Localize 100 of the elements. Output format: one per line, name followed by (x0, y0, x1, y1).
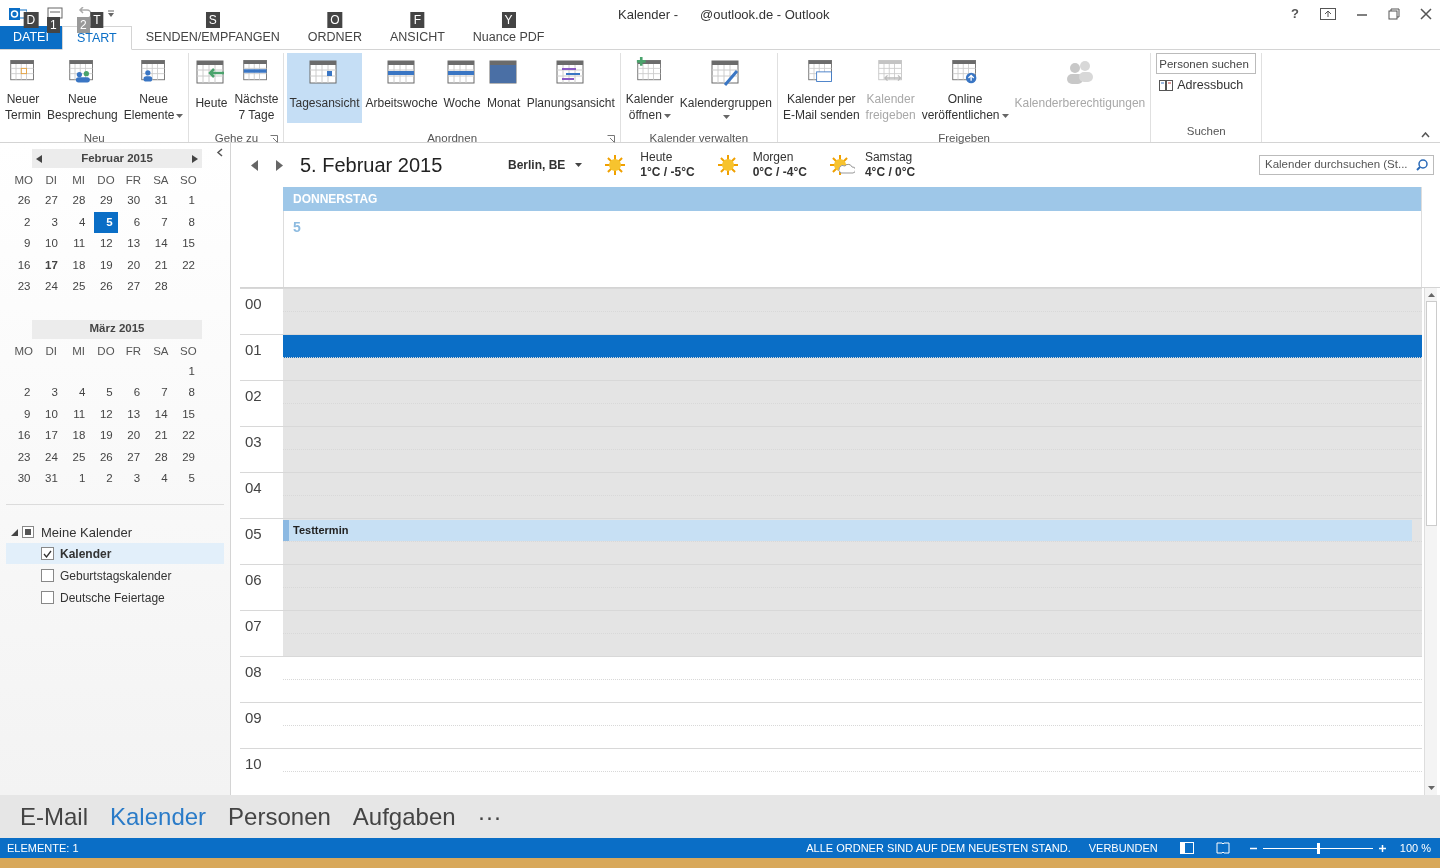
scrollbar[interactable] (1424, 288, 1437, 795)
calendar-day[interactable]: 29 (176, 446, 200, 468)
calendar-day[interactable]: 6 (121, 382, 146, 404)
ribbon-tab[interactable]: ANSICHT (375, 26, 459, 49)
customize-caret-icon[interactable] (107, 9, 115, 18)
ribbon-button[interactable]: Kalender öffnen (623, 53, 676, 123)
group-checkbox[interactable] (22, 526, 34, 539)
calendar-day[interactable]: 26 (12, 190, 36, 212)
send-receive-icon[interactable] (47, 6, 63, 21)
calendar-list-item[interactable]: Kalender (6, 543, 224, 564)
ribbon-button[interactable]: Heute (192, 53, 231, 123)
ribbon-button[interactable]: Planungsansicht (524, 53, 617, 123)
calendar-day[interactable]: 3 (39, 382, 63, 404)
calendar-day[interactable]: 5 (94, 382, 118, 404)
ribbon-button[interactable]: Tagesansicht (287, 53, 362, 123)
zoom-thumb[interactable] (1316, 842, 1320, 854)
ribbon-button[interactable]: Nächste 7 Tage (232, 53, 281, 123)
time-slot[interactable] (283, 334, 1422, 380)
ribbon-button[interactable]: Kalendergruppen (677, 53, 774, 123)
calendar-day[interactable]: 9 (12, 403, 36, 425)
calendar-day[interactable]: 2 (94, 468, 118, 490)
calendar-day[interactable]: 16 (12, 425, 36, 447)
calendar-day[interactable]: 12 (94, 233, 118, 255)
calendar-day[interactable]: 3 (39, 211, 63, 233)
calendar-day[interactable]: 31 (39, 468, 63, 490)
calendar-day[interactable]: 11 (66, 233, 91, 255)
calendar-day[interactable]: 28 (149, 276, 173, 298)
calendar-day[interactable]: 20 (121, 425, 146, 447)
ribbon-button[interactable]: Neuer Termin (3, 53, 43, 123)
half-hour-slot[interactable] (283, 335, 1422, 358)
navigation-link[interactable]: ··· (477, 798, 502, 835)
calendar-list-item[interactable]: Deutsche Feiertage (6, 587, 224, 608)
dialog-launcher-icon[interactable] (270, 134, 279, 143)
calendar-day[interactable]: 24 (39, 276, 63, 298)
calendar-day[interactable]: 31 (149, 190, 173, 212)
checkbox[interactable] (41, 547, 54, 560)
navigation-link[interactable]: Kalender (110, 798, 207, 835)
collapse-pane-icon[interactable] (216, 148, 223, 157)
calendar-day[interactable]: 22 (176, 254, 200, 276)
ribbon-button[interactable]: Online veröffentlichen (919, 53, 1011, 123)
calendar-day[interactable]: 26 (94, 446, 118, 468)
calendar-day[interactable]: 21 (149, 254, 173, 276)
calendar-day[interactable]: 27 (121, 446, 146, 468)
people-search-field[interactable]: Personen suchen (1156, 53, 1257, 74)
zoom-in-icon[interactable] (1378, 844, 1386, 852)
time-slot[interactable]: Testtermin (283, 518, 1422, 564)
calendar-day[interactable]: 2 (12, 382, 36, 404)
calendar-day[interactable]: 7 (149, 382, 173, 404)
help-button[interactable]: ? (1290, 4, 1300, 24)
calendar-day[interactable]: 19 (94, 425, 118, 447)
ribbon-button[interactable]: Neue Elemente (121, 53, 186, 123)
reading-view-icon[interactable] (1215, 842, 1230, 854)
calendar-day[interactable]: 28 (66, 190, 91, 212)
calendar-day[interactable]: 16 (12, 254, 36, 276)
ribbon-tab[interactable]: SENDEN/EMPFANGEN (131, 26, 294, 49)
ribbon-button[interactable]: Kalender per E-Mail senden (780, 53, 862, 123)
checkbox[interactable] (41, 569, 54, 582)
ribbon-button[interactable]: Arbeitswoche (363, 53, 440, 123)
calendar-day[interactable]: 22 (176, 425, 200, 447)
normal-view-icon[interactable] (1179, 842, 1194, 854)
calendar-day[interactable]: 8 (176, 382, 200, 404)
calendar-day[interactable]: 6 (121, 211, 146, 233)
calendar-day[interactable]: 4 (66, 211, 91, 233)
ribbon-tab[interactable]: Nuance PDF (458, 26, 559, 49)
next-icon[interactable] (192, 154, 198, 163)
navigation-link[interactable]: Personen (228, 798, 331, 835)
calendar-day[interactable]: 12 (94, 403, 118, 425)
ribbon-tab[interactable]: ORDNER (293, 26, 376, 49)
next-icon[interactable] (275, 159, 283, 171)
restore-icon[interactable] (1388, 7, 1400, 20)
calendar-day[interactable]: 15 (176, 233, 200, 255)
calendar-search-field[interactable]: Kalender durchsuchen (St... (1259, 155, 1434, 175)
navigation-link[interactable]: E-Mail (20, 798, 88, 835)
address-book-button[interactable]: Adressbuch (1159, 76, 1257, 95)
calendar-day[interactable]: 17 (39, 425, 63, 447)
calendar-day[interactable]: 20 (121, 254, 146, 276)
calendar-list-item[interactable]: Geburtstagskalender (6, 565, 224, 586)
calendar-day[interactable]: 13 (121, 403, 146, 425)
calendar-day[interactable]: 30 (12, 468, 36, 490)
calendar-day[interactable]: 24 (39, 446, 63, 468)
collapse-ribbon-icon[interactable] (1421, 132, 1430, 138)
calendar-day[interactable]: 4 (66, 382, 91, 404)
calendar-day[interactable]: 1 (176, 360, 200, 382)
calendar-day[interactable]: 7 (149, 211, 173, 233)
calendar-day[interactable]: 13 (121, 233, 146, 255)
scroll-up-icon[interactable] (1427, 293, 1435, 297)
calendar-day[interactable]: 29 (94, 190, 118, 212)
ribbon-button[interactable]: Monat (484, 53, 523, 123)
ribbon-display-icon[interactable] (1320, 7, 1336, 20)
ribbon-button[interactable]: Woche (441, 53, 483, 123)
calendar-day[interactable]: 14 (149, 233, 173, 255)
calendar-day[interactable]: 19 (94, 254, 118, 276)
ribbon-button[interactable]: Neue Besprechung (45, 53, 120, 123)
calendar-day[interactable]: 2 (12, 211, 36, 233)
calendar-day[interactable]: 17 (39, 254, 63, 276)
scroll-down-icon[interactable] (1427, 786, 1435, 790)
calendar-day[interactable]: 25 (66, 446, 91, 468)
calendar-day[interactable]: 18 (66, 254, 91, 276)
close-icon[interactable] (1420, 7, 1432, 20)
zoom-slider[interactable] (1262, 842, 1373, 854)
